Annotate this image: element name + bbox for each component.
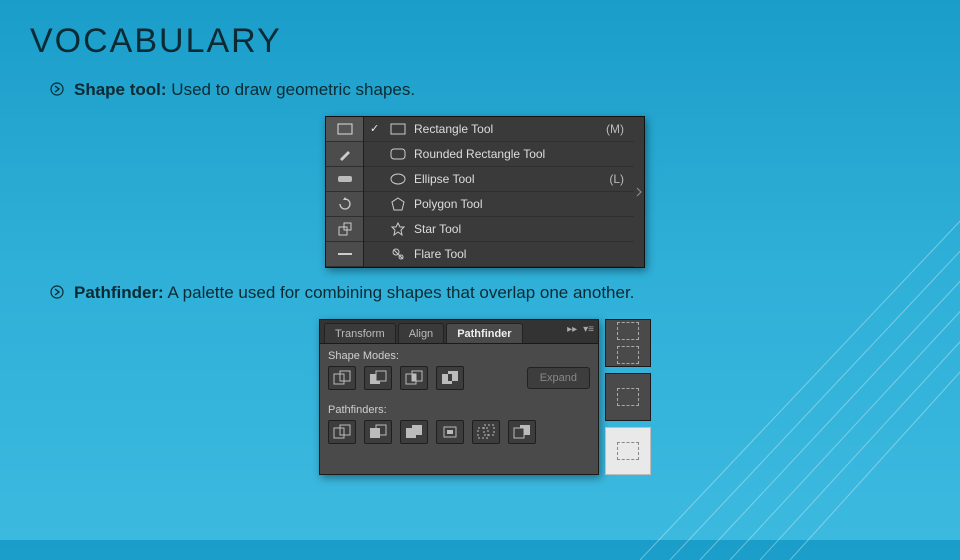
bullet-arrow-icon (50, 79, 74, 96)
bullet-text: Shape tool: Used to draw geometric shape… (74, 79, 415, 102)
flyout-shortcut: (M) (600, 122, 624, 136)
shape-tool-list: Rectangle Tool (M) Rounded Rectangle Too… (364, 117, 634, 267)
bullet-item: Shape tool: Used to draw geometric shape… (50, 79, 920, 102)
tool-rotate-icon[interactable] (326, 192, 363, 217)
dock-icon (617, 388, 639, 406)
tool-pen-icon[interactable] (326, 142, 363, 167)
star-icon (388, 222, 408, 236)
pathfinders-label: Pathfinders: (320, 398, 598, 418)
flyout-item-polygon[interactable]: Polygon Tool (364, 192, 634, 217)
ellipse-icon (388, 173, 408, 185)
pathfinders-row (320, 418, 598, 452)
tool-scale-icon[interactable] (326, 217, 363, 242)
page-title: VOCABULARY (0, 0, 960, 61)
shape-tool-figure: Rectangle Tool (M) Rounded Rectangle Too… (50, 108, 920, 282)
panel-collapse-icon[interactable]: ▸▸ (567, 324, 577, 335)
pathfinder-figure: Transform Align Pathfinder ▸▸ ▾≡ Shape M… (50, 311, 920, 489)
flyout-label: Ellipse Tool (408, 172, 603, 186)
tool-eraser-icon[interactable] (326, 167, 363, 192)
shape-modes-label: Shape Modes: (320, 344, 598, 364)
bullet-definition: A palette used for combining shapes that… (168, 283, 635, 302)
rectangle-icon (388, 123, 408, 135)
unite-button[interactable] (328, 366, 356, 390)
trim-button[interactable] (364, 420, 392, 444)
shape-tool-flyout: Rectangle Tool (M) Rounded Rectangle Too… (325, 116, 645, 268)
tab-transform[interactable]: Transform (324, 323, 396, 343)
bullet-arrow-icon (50, 282, 74, 299)
tab-pathfinder[interactable]: Pathfinder (446, 323, 522, 343)
exclude-button[interactable] (436, 366, 464, 390)
dock-icon (617, 442, 639, 460)
flyout-label: Star Tool (408, 222, 618, 236)
content-area: Shape tool: Used to draw geometric shape… (0, 61, 960, 489)
bullet-text: Pathfinder: A palette used for combining… (74, 282, 634, 305)
tool-rectangle-icon[interactable] (326, 117, 363, 142)
dock-icon (617, 346, 639, 364)
flyout-label: Rectangle Tool (408, 122, 600, 136)
flyout-shortcut: (L) (603, 172, 624, 186)
merge-button[interactable] (400, 420, 428, 444)
flyout-item-star[interactable]: Star Tool (364, 217, 634, 242)
flyout-item-flare[interactable]: Flare Tool (364, 242, 634, 267)
intersect-button[interactable] (400, 366, 428, 390)
bullet-term: Pathfinder: (74, 283, 164, 302)
crop-button[interactable] (436, 420, 464, 444)
flyout-label: Polygon Tool (408, 197, 618, 211)
tool-width-icon[interactable] (326, 242, 363, 267)
flare-icon (388, 247, 408, 261)
panel-menu-icon[interactable]: ▾≡ (583, 324, 594, 335)
shape-modes-row: Expand (320, 364, 598, 398)
panel-dock (605, 319, 651, 475)
flyout-item-ellipse[interactable]: Ellipse Tool (L) (364, 167, 634, 192)
flyout-label: Rounded Rectangle Tool (408, 147, 618, 161)
polygon-icon (388, 197, 408, 211)
dock-panel-light[interactable] (605, 427, 651, 475)
expand-button[interactable]: Expand (527, 367, 590, 389)
tab-align[interactable]: Align (398, 323, 444, 343)
minus-front-button[interactable] (364, 366, 392, 390)
flyout-item-rectangle[interactable]: Rectangle Tool (M) (364, 117, 634, 142)
panel-tabs: Transform Align Pathfinder ▸▸ ▾≡ (320, 320, 598, 344)
pathfinder-panel: Transform Align Pathfinder ▸▸ ▾≡ Shape M… (319, 319, 599, 475)
divide-button[interactable] (328, 420, 356, 444)
minus-back-button[interactable] (508, 420, 536, 444)
flyout-item-rounded-rectangle[interactable]: Rounded Rectangle Tool (364, 142, 634, 167)
flyout-label: Flare Tool (408, 247, 618, 261)
dock-panel-dark[interactable] (605, 319, 651, 367)
bullet-item: Pathfinder: A palette used for combining… (50, 282, 920, 305)
bullet-term: Shape tool: (74, 80, 167, 99)
rounded-rectangle-icon (388, 148, 408, 160)
outline-button[interactable] (472, 420, 500, 444)
dock-icon (617, 322, 639, 340)
bullet-definition: Used to draw geometric shapes. (171, 80, 415, 99)
dock-panel-dark[interactable] (605, 373, 651, 421)
toolbar-strip (326, 117, 364, 267)
tearoff-handle-icon[interactable] (634, 117, 644, 267)
